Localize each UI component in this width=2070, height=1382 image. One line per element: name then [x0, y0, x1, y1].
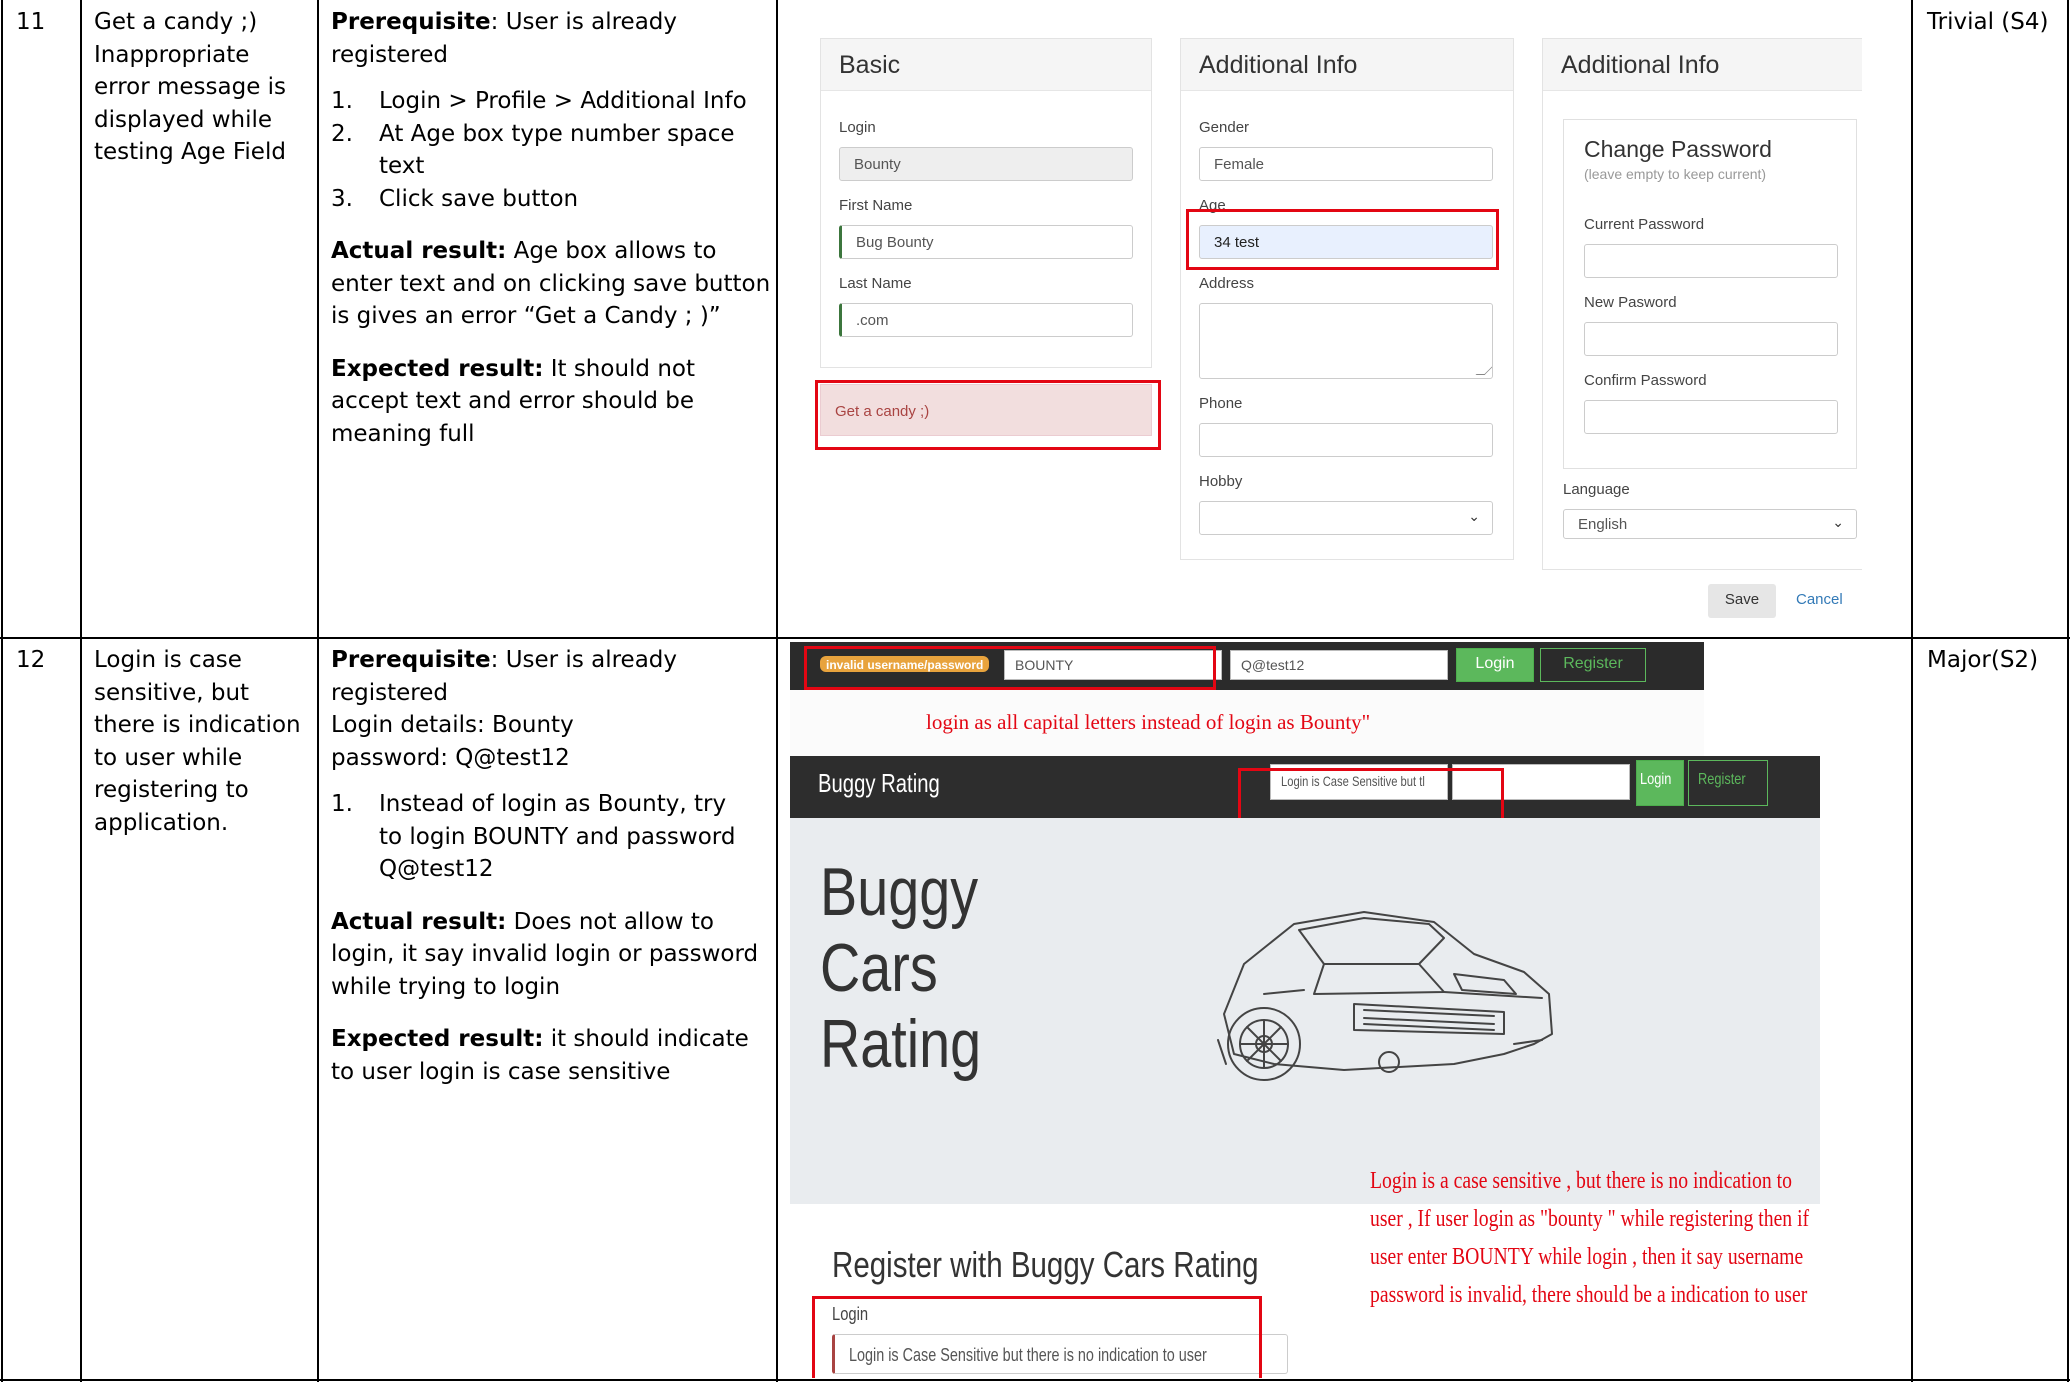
- error-alert-highlight: [815, 380, 1161, 450]
- current-password-label: Current Password: [1584, 216, 1705, 233]
- table-border-row-divider: [0, 637, 2070, 639]
- basic-panel: Basic Login Bounty First Name Bug Bounty…: [820, 38, 1152, 368]
- phone-field[interactable]: [1199, 423, 1493, 457]
- new-password-field[interactable]: [1584, 322, 1838, 356]
- screenshot-buggy-cars: invalid username/password BOUNTY Q@test1…: [790, 642, 1910, 1378]
- screenshot-profile-form: Basic Login Bounty First Name Bug Bounty…: [792, 8, 1862, 628]
- last-name-field[interactable]: .com: [839, 303, 1133, 337]
- brand-logo[interactable]: Buggy Rating: [818, 768, 974, 799]
- additional-info-2-panel: Additional Info Change Password (leave e…: [1542, 38, 1862, 570]
- hobby-select[interactable]: ⌄: [1199, 501, 1493, 535]
- new-password-label: New Pasword: [1584, 294, 1677, 311]
- address-field[interactable]: [1199, 303, 1493, 379]
- row-12-description: Prerequisite: User is already registered…: [331, 644, 771, 1088]
- resize-grip-icon[interactable]: [1475, 366, 1492, 375]
- top-register-button[interactable]: Register: [1540, 648, 1646, 682]
- first-name-label: First Name: [839, 197, 913, 214]
- confirm-password-label: Confirm Password: [1584, 372, 1707, 389]
- gender-field[interactable]: Female: [1199, 147, 1493, 181]
- table-border-col4: [1911, 0, 1913, 1382]
- phone-label: Phone: [1199, 395, 1243, 412]
- cancel-link[interactable]: Cancel: [1796, 591, 1843, 608]
- row-11-description: Prerequisite: User is already registered…: [331, 6, 771, 450]
- language-label: Language: [1563, 481, 1630, 498]
- prerequisite-label: Prerequisite: [331, 647, 491, 673]
- car-illustration: [1217, 911, 1553, 1081]
- additional-info-2-title: Additional Info: [1543, 39, 1862, 91]
- row-11-id: 11: [16, 9, 46, 35]
- table-border-col2: [317, 0, 319, 1382]
- actual-result: Actual result: Does not allow to login, …: [331, 908, 759, 1000]
- hobby-label: Hobby: [1199, 473, 1243, 490]
- top-login-highlight: [804, 646, 1216, 690]
- current-password-field[interactable]: [1584, 244, 1838, 278]
- basic-panel-title: Basic: [821, 39, 1151, 91]
- nav-register-button[interactable]: Register: [1688, 760, 1768, 806]
- row-12-id: 12: [16, 647, 46, 673]
- top-login-button[interactable]: Login: [1456, 648, 1534, 682]
- gender-label: Gender: [1199, 119, 1250, 136]
- prerequisite-label: Prerequisite: [331, 9, 491, 35]
- annotation-top: login as all capital letters instead of …: [926, 710, 1371, 734]
- nav-login-button[interactable]: Login: [1636, 760, 1684, 806]
- step-item: 1. Instead of login as Bounty, try to log…: [331, 791, 736, 882]
- annotation-bottom: Login is a case sensitive , but there is…: [1370, 1168, 1810, 1308]
- age-field-highlight: [1186, 209, 1499, 270]
- table-border-col3: [776, 0, 778, 1382]
- table-border-left: [1, 0, 3, 1382]
- chevron-down-icon: ⌄: [1468, 508, 1480, 524]
- step-item: 3. Click save button: [331, 185, 579, 212]
- last-name-label: Last Name: [839, 275, 912, 292]
- row-12-severity: Major(S2): [1927, 647, 2039, 673]
- top-password-input[interactable]: Q@test12: [1230, 650, 1448, 680]
- change-password-panel: Change Password (leave empty to keep cur…: [1563, 119, 1857, 469]
- login-label: Login: [839, 119, 876, 136]
- register-title: Register with Buggy Cars Rating: [832, 1244, 1259, 1285]
- table-border-bottom: [0, 1379, 2070, 1381]
- first-name-field[interactable]: Bug Bounty: [839, 225, 1133, 259]
- save-button[interactable]: Save: [1708, 584, 1776, 618]
- language-select[interactable]: English ⌄: [1563, 509, 1857, 539]
- chevron-down-icon: ⌄: [1832, 514, 1844, 530]
- address-label: Address: [1199, 275, 1255, 292]
- table-border-col1: [80, 0, 82, 1382]
- step-item: 2. At Age box type number space text: [331, 120, 735, 180]
- change-password-title: Change Password: [1584, 136, 1772, 162]
- additional-info-title: Additional Info: [1181, 39, 1513, 91]
- login-field[interactable]: Bounty: [839, 147, 1133, 181]
- steps-list: 1. Login > Profile > Additional Info 2. At…: [331, 85, 771, 215]
- steps-list: 1. Instead of login as Bounty, try to log…: [331, 788, 771, 886]
- expected-result: Expected result: it should indicate to u…: [331, 1026, 749, 1085]
- row-12-summary: Login is case sensitive, but there is in…: [94, 647, 301, 836]
- step-item: 1. Login > Profile > Additional Info: [331, 88, 747, 114]
- register-login-highlight: [812, 1296, 1262, 1378]
- hero-title: Buggy Cars Rating: [820, 854, 982, 1082]
- row-11-severity: Trivial (S4): [1927, 9, 2049, 35]
- table-border-right: [2067, 0, 2069, 1382]
- change-password-hint: (leave empty to keep current): [1584, 166, 1767, 182]
- additional-info-panel: Additional Info Gender Female Age 34 tes…: [1180, 38, 1514, 560]
- login-details: Login details: Bounty password: Q@test12: [331, 712, 574, 771]
- confirm-password-field[interactable]: [1584, 400, 1838, 434]
- row-11-summary: Get a candy ;) Inappropriate error messa…: [94, 9, 287, 165]
- expected-result: Expected result: It should not accept te…: [331, 355, 695, 447]
- actual-result: Actual result: Age box allows to enter t…: [331, 238, 771, 329]
